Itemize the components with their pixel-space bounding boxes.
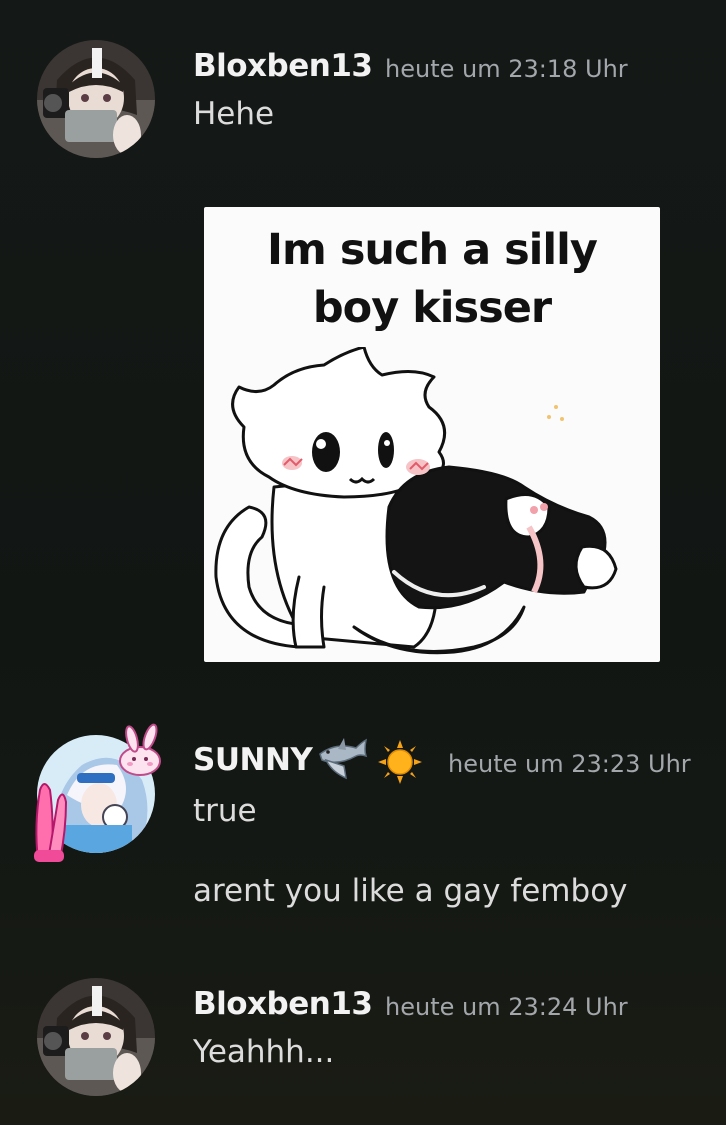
meme-caption-line-1: Im such a silly — [267, 225, 598, 275]
message-text: true — [193, 793, 257, 829]
image-attachment[interactable]: Im such a silly boy kisser — [204, 207, 660, 662]
author-name[interactable]: SUNNY — [193, 742, 313, 778]
sun-emoji-icon — [378, 740, 422, 784]
bunny-decoration-icon — [119, 723, 161, 776]
meme-caption-line-2: boy kisser — [312, 283, 552, 333]
author-name[interactable]: Bloxben13 — [193, 986, 373, 1022]
meme-caption: Im such a silly boy kisser — [204, 221, 660, 337]
user-avatar[interactable] — [37, 40, 155, 158]
message-timestamp: heute um 23:23 Uhr — [448, 750, 691, 778]
user-avatar[interactable] — [37, 978, 155, 1096]
message-timestamp: heute um 23:24 Uhr — [385, 993, 628, 1021]
shark-emoji-icon — [319, 738, 368, 780]
cat-illustration — [214, 347, 618, 655]
bunny-ears-decoration-icon — [34, 783, 68, 862]
message-text: Hehe — [193, 96, 275, 132]
message-text: Yeahhh... — [193, 1034, 335, 1070]
author-name[interactable]: Bloxben13 — [193, 48, 373, 84]
message-text: arent you like a gay femboy — [193, 873, 628, 909]
message-timestamp: heute um 23:18 Uhr — [385, 55, 628, 83]
